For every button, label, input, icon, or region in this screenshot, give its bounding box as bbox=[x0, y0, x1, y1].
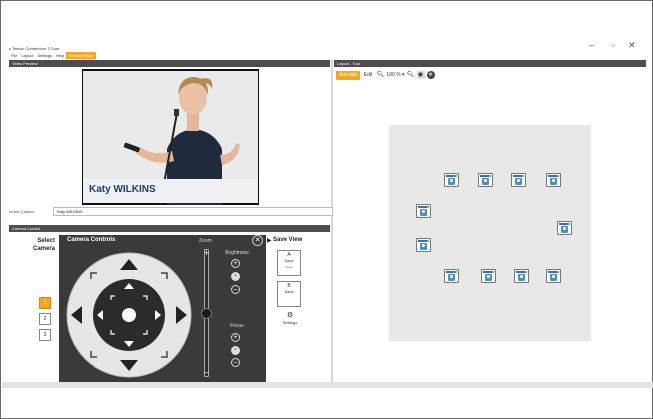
current-caption-row: urrent Caption Katy WILKINS bbox=[9, 207, 333, 217]
speaker-name-caption: Katy WILKINS bbox=[89, 184, 156, 195]
zoom-label: Zoom bbox=[199, 238, 212, 244]
application-window: s Televic Conference T-Cam – ▫ ✕ File La… bbox=[0, 0, 653, 419]
layout-tool-header: Layout - Tool bbox=[334, 60, 646, 67]
seat-icon[interactable] bbox=[478, 173, 493, 187]
camera-settings-icon[interactable]: ✲ bbox=[426, 71, 435, 79]
camera-controls-overlay: Camera Controls Zoom ✕ + – Brightness + … bbox=[59, 235, 266, 382]
panel-divider[interactable] bbox=[331, 60, 333, 382]
seat-icon[interactable] bbox=[416, 204, 431, 218]
brightness-label: Brightness bbox=[225, 250, 249, 256]
zoom-level-select[interactable]: 100 % ▾ bbox=[386, 71, 404, 80]
seat-icon[interactable] bbox=[511, 173, 526, 187]
zoom-search-icon[interactable]: 🔍︎ bbox=[376, 71, 385, 79]
eye-icon[interactable]: ◉ bbox=[416, 71, 425, 79]
camera-1-button[interactable]: 1 bbox=[39, 297, 51, 309]
focus-far-button[interactable]: – bbox=[231, 358, 240, 367]
zoom-in-search-icon[interactable]: 🔍︎ bbox=[407, 71, 415, 79]
seat-icon[interactable] bbox=[444, 269, 459, 283]
window-title: s Televic Conference T-Cam bbox=[9, 46, 60, 51]
save-view-arrow-icon: ▶ bbox=[267, 238, 272, 244]
pan-tilt-pad bbox=[66, 252, 192, 378]
layout-canvas[interactable] bbox=[389, 125, 591, 341]
video-preview-header: Video Preview bbox=[9, 60, 330, 67]
select-camera-label: Select Camera bbox=[32, 238, 55, 252]
zoom-slider-knob[interactable] bbox=[201, 308, 212, 319]
settings-button[interactable]: ⚙ Settings bbox=[279, 312, 301, 325]
seat-icon[interactable] bbox=[416, 238, 431, 252]
brightness-auto-button[interactable]: • bbox=[231, 272, 240, 281]
focus-near-button[interactable]: + bbox=[231, 333, 240, 342]
zoom-in-icon[interactable]: + bbox=[202, 248, 211, 258]
current-caption-label: urrent Caption bbox=[9, 209, 35, 214]
edit-button[interactable]: Edit bbox=[362, 71, 375, 80]
save-view-label: Save View bbox=[273, 237, 303, 243]
save-view-b-button[interactable]: B Save bbox=[277, 281, 301, 307]
status-strip bbox=[2, 382, 653, 388]
title-bar: s Televic Conference T-Cam bbox=[9, 45, 646, 53]
gear-icon: ⚙ bbox=[286, 312, 294, 319]
seat-icon[interactable] bbox=[514, 269, 529, 283]
menu-bar: File Layout Settings Help Meeting Mode bbox=[9, 52, 96, 59]
close-button[interactable]: ✕ bbox=[628, 39, 636, 51]
zoom-out-icon[interactable]: – bbox=[202, 367, 211, 377]
maximize-button[interactable]: ▫ bbox=[612, 40, 615, 52]
minimize-button[interactable]: – bbox=[589, 39, 594, 51]
brightness-down-button[interactable]: – bbox=[231, 285, 240, 294]
camera-control-header: Camera Control bbox=[9, 225, 330, 232]
camera-3-button[interactable]: 3 bbox=[39, 329, 51, 341]
seat-icon[interactable] bbox=[546, 173, 561, 187]
menu-meeting-mode[interactable]: Meeting Mode bbox=[66, 52, 96, 59]
menu-help[interactable]: Help bbox=[54, 52, 66, 59]
focus-auto-button[interactable]: • bbox=[231, 346, 240, 355]
brightness-up-button[interactable]: + bbox=[231, 259, 240, 268]
activate-button[interactable]: Activate bbox=[336, 70, 360, 80]
menu-layout[interactable]: Layout bbox=[19, 52, 35, 59]
seat-icon[interactable] bbox=[481, 269, 496, 283]
close-overlay-button[interactable]: ✕ bbox=[252, 235, 263, 246]
current-caption-field[interactable]: Katy WILKINS bbox=[53, 207, 333, 216]
save-view-a-button[interactable]: A Save (view) bbox=[277, 250, 301, 276]
ptz-home-button[interactable] bbox=[122, 308, 136, 322]
seat-icon[interactable] bbox=[546, 269, 561, 283]
focus-label: Focus bbox=[230, 323, 244, 329]
menu-file[interactable]: File bbox=[9, 52, 19, 59]
seat-icon[interactable] bbox=[557, 221, 572, 235]
menu-settings[interactable]: Settings bbox=[35, 52, 53, 59]
camera-2-button[interactable]: 2 bbox=[39, 313, 51, 325]
seat-icon[interactable] bbox=[444, 173, 459, 187]
layout-toolbar: Activate Edit 🔍︎ 100 % ▾ 🔍︎ ◉ ✲ bbox=[336, 70, 435, 80]
